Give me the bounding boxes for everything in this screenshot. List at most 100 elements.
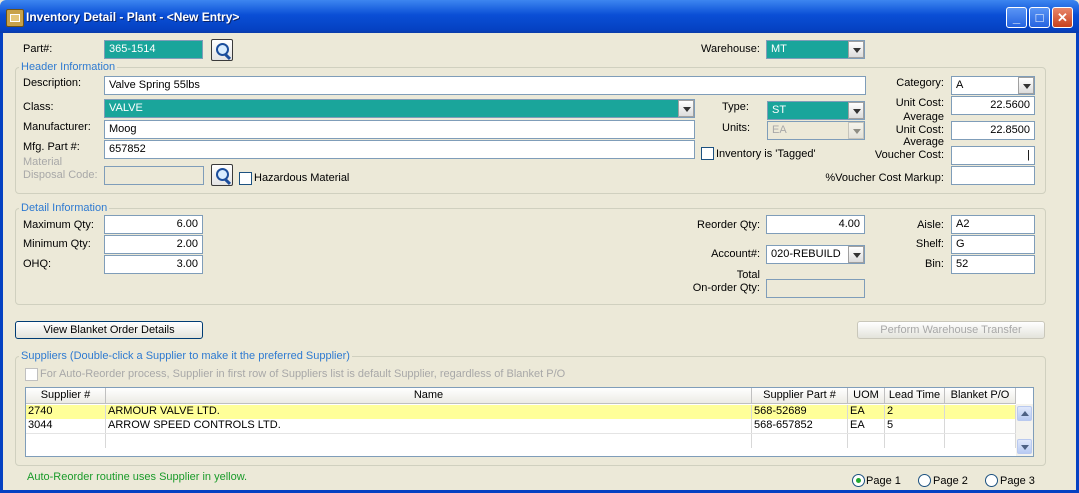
cell-empty [752, 434, 848, 448]
warehouse-dropdown-icon[interactable] [848, 41, 864, 58]
cell-supplier-number: 2740 [26, 405, 106, 419]
cell-supplier-part: 568-657852 [752, 419, 848, 433]
column-header-supplier-number[interactable]: Supplier # [26, 388, 106, 404]
voucher-markup-input[interactable] [951, 166, 1035, 185]
page-1-label[interactable]: Page 1 [866, 475, 901, 487]
avg-voucher-cost-label-1: Average [903, 136, 944, 148]
column-header-name[interactable]: Name [106, 388, 752, 404]
page-3-label[interactable]: Page 3 [1000, 475, 1035, 487]
cell-empty [848, 434, 885, 448]
close-button[interactable]: ✕ [1052, 7, 1073, 28]
type-label: Type: [722, 101, 749, 113]
unit-cost-label: Unit Cost: [895, 97, 944, 109]
bin-label: Bin: [925, 258, 944, 270]
avg-unit-cost-label-1: Average [903, 111, 944, 123]
min-qty-input[interactable]: 2.00 [104, 235, 203, 254]
header-information-title: Header Information [19, 61, 118, 73]
page-1-radio[interactable] [852, 474, 865, 487]
page-3-radio[interactable] [985, 474, 998, 487]
app-icon [6, 9, 24, 27]
mfg-part-input[interactable]: 657852 [104, 140, 695, 159]
reorder-qty-input[interactable]: 4.00 [766, 215, 865, 234]
cell-blanket-po [945, 419, 1016, 433]
disposal-code-label-2: Disposal Code: [23, 169, 98, 181]
column-header-blanket-po[interactable]: Blanket P/O [945, 388, 1016, 404]
voucher-markup-label: %Voucher Cost Markup: [825, 172, 944, 184]
column-header-uom[interactable]: UOM [848, 388, 885, 404]
aisle-input[interactable]: A2 [951, 215, 1035, 234]
cell-name: ARROW SPEED CONTROLS LTD. [106, 419, 752, 433]
window-title: Inventory Detail - Plant - <New Entry> [26, 10, 240, 24]
cell-uom: EA [848, 405, 885, 419]
avg-unit-cost-label-2: Unit Cost: [895, 124, 944, 136]
scroll-down-icon[interactable] [1017, 439, 1032, 454]
inventory-tagged-label: Inventory is 'Tagged' [716, 148, 816, 160]
cell-empty [945, 434, 1016, 448]
description-label: Description: [23, 77, 82, 89]
scroll-up-icon[interactable] [1017, 406, 1032, 421]
reorder-qty-label: Reorder Qty: [697, 219, 760, 231]
disposal-code-input[interactable] [104, 166, 204, 185]
aisle-label: Aisle: [917, 219, 944, 231]
minimize-button[interactable]: _ [1006, 7, 1027, 28]
class-label: Class: [23, 101, 54, 113]
units-label: Units: [722, 122, 751, 134]
column-header-lead-time[interactable]: Lead Time [885, 388, 945, 404]
hazardous-checkbox[interactable] [239, 172, 252, 185]
class-select[interactable]: VALVE [104, 99, 695, 118]
table-row-empty[interactable] [26, 433, 1016, 448]
page-2-radio[interactable] [918, 474, 931, 487]
onorder-qty-label-1: Total [736, 269, 760, 281]
cell-empty [106, 434, 752, 448]
auto-reorder-label: For Auto-Reorder process, Supplier in fi… [40, 368, 566, 380]
cell-supplier-number: 3044 [26, 419, 106, 433]
min-qty-label: Minimum Qty: [23, 238, 91, 250]
mfg-part-label: Mfg. Part #: [23, 141, 80, 153]
cell-uom: EA [848, 419, 885, 433]
hazardous-label: Hazardous Material [254, 172, 350, 184]
part-search-button[interactable] [211, 39, 233, 61]
table-row[interactable]: 2740 ARMOUR VALVE LTD. 568-52689 EA 2 [26, 405, 1016, 419]
view-blanket-order-button[interactable]: View Blanket Order Details [15, 321, 203, 339]
shelf-label: Shelf: [915, 238, 944, 250]
account-label: Account#: [711, 248, 760, 260]
avg-voucher-cost-label-2: Voucher Cost: [874, 149, 944, 161]
cell-lead-time: 5 [885, 419, 945, 433]
disposal-search-button[interactable] [211, 164, 233, 186]
manufacturer-label: Manufacturer: [23, 121, 91, 133]
cell-lead-time: 2 [885, 405, 945, 419]
page-2-label[interactable]: Page 2 [933, 475, 968, 487]
category-dropdown-icon[interactable] [1018, 77, 1034, 94]
auto-reorder-footer-note: Auto-Reorder routine uses Supplier in ye… [27, 471, 248, 483]
warehouse-transfer-button[interactable]: Perform Warehouse Transfer [857, 321, 1045, 339]
max-qty-label: Maximum Qty: [23, 219, 94, 231]
class-dropdown-icon[interactable] [678, 100, 694, 117]
grid-scrollbar[interactable] [1016, 404, 1033, 456]
part-number-input[interactable]: 365-1514 [104, 40, 203, 59]
shelf-input[interactable]: G [951, 235, 1035, 254]
ohq-input[interactable]: 3.00 [104, 255, 203, 274]
suppliers-grid[interactable]: Supplier # Name Supplier Part # UOM Lead… [25, 387, 1034, 457]
disposal-code-label-1: Material [23, 156, 63, 168]
cell-supplier-part: 568-52689 [752, 405, 848, 419]
account-dropdown-icon[interactable] [848, 246, 864, 263]
avg-unit-cost-input[interactable]: 22.8500 [951, 121, 1035, 140]
maximize-button[interactable]: □ [1029, 7, 1050, 28]
max-qty-input[interactable]: 6.00 [104, 215, 203, 234]
auto-reorder-checkbox[interactable] [25, 368, 38, 381]
avg-voucher-cost-input[interactable]: | [951, 146, 1035, 165]
manufacturer-input[interactable]: Moog [104, 120, 695, 139]
column-header-supplier-part[interactable]: Supplier Part # [752, 388, 848, 404]
bin-input[interactable]: 52 [951, 255, 1035, 274]
onorder-qty-input [766, 279, 865, 298]
inventory-tagged-checkbox[interactable] [701, 147, 714, 160]
cell-name: ARMOUR VALVE LTD. [106, 405, 752, 419]
unit-cost-input[interactable]: 22.5600 [951, 96, 1035, 115]
table-row[interactable]: 3044 ARROW SPEED CONTROLS LTD. 568-65785… [26, 419, 1016, 433]
description-input[interactable]: Valve Spring 55lbs [104, 76, 866, 95]
title-bar[interactable]: Inventory Detail - Plant - <New Entry> _… [0, 0, 1079, 33]
part-label: Part#: [23, 43, 53, 55]
detail-information-title: Detail Information [19, 202, 110, 214]
onorder-qty-label-2: On-order Qty: [692, 282, 760, 294]
cell-empty [885, 434, 945, 448]
